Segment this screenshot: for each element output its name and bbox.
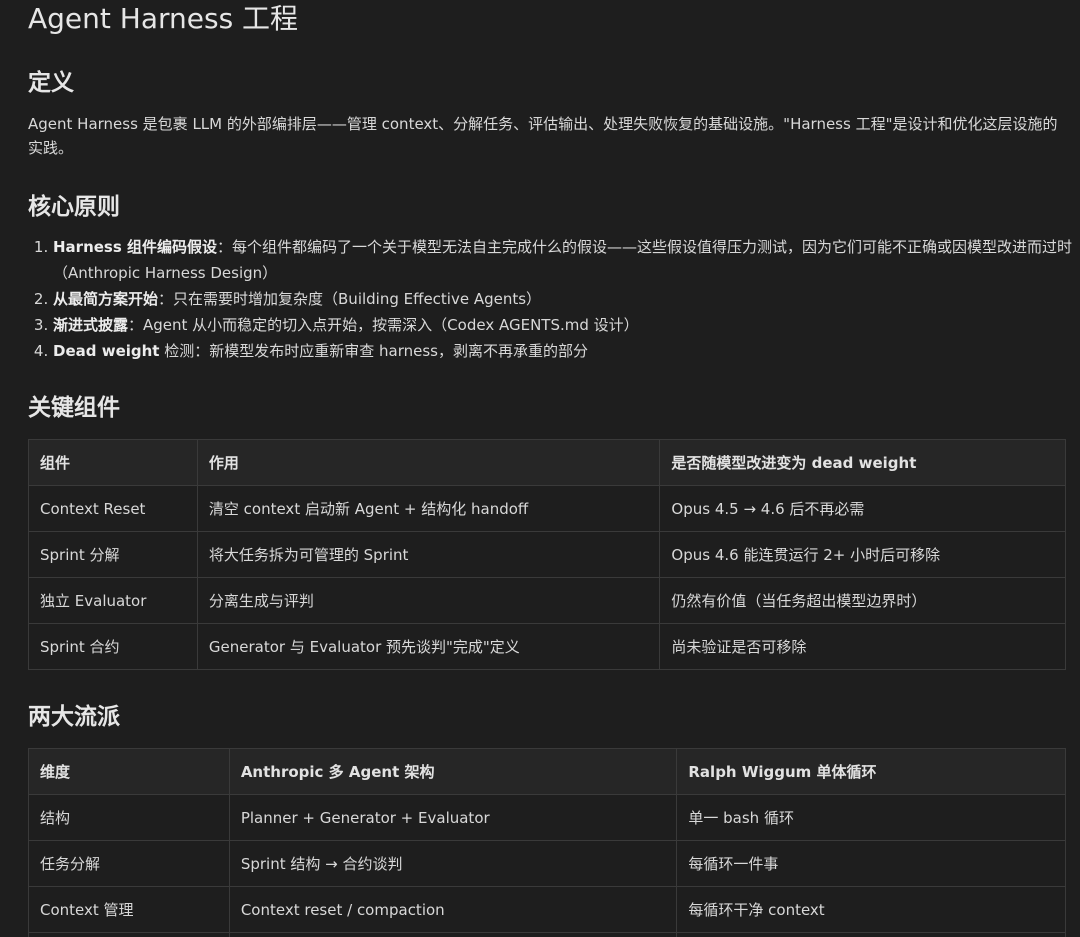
section-heading-schools: 两大流派 — [28, 704, 120, 730]
table-header-row: 维度 Anthropic 多 Agent 架构 Ralph Wiggum 单体循… — [28, 748, 1066, 795]
table-cell — [228, 932, 678, 937]
table-cell: 每循环干净 context — [676, 886, 1066, 933]
principles-list: Harness 组件编码假设：每个组件都编码了一个关于模型无法自主完成什么的假设… — [28, 234, 1080, 364]
table-cell: 每循环一件事 — [676, 840, 1066, 887]
list-item-bold: Harness 组件编码假设 — [53, 238, 218, 256]
schools-table: 维度 Anthropic 多 Agent 架构 Ralph Wiggum 单体循… — [28, 748, 1066, 937]
table-row: Context Reset 清空 context 启动新 Agent + 结构化… — [28, 485, 1066, 532]
components-table: 组件 作用 是否随模型改进变为 dead weight Context Rese… — [28, 439, 1066, 670]
table-cell: Sprint 结构 → 合约谈判 — [228, 840, 678, 887]
list-item: Harness 组件编码假设：每个组件都编码了一个关于模型无法自主完成什么的假设… — [53, 234, 1080, 286]
table-cell: 清空 context 启动新 Agent + 结构化 handoff — [196, 485, 661, 532]
table-cell: Sprint 分解 — [28, 531, 198, 578]
section-heading-components: 关键组件 — [28, 395, 120, 421]
list-item-bold: 渐进式披露 — [53, 316, 129, 334]
page-title: Agent Harness 工程 — [28, 2, 299, 35]
list-item: 从最简方案开始：只在需要时增加复杂度（Building Effective Ag… — [53, 286, 1080, 312]
table-cell: Opus 4.6 能连贯运行 2+ 小时后可移除 — [659, 531, 1066, 578]
table-cell: Opus 4.5 → 4.6 后不再必需 — [659, 485, 1066, 532]
table-cell: 仍然有价值（当任务超出模型边界时） — [659, 577, 1066, 624]
list-item: Dead weight 检测：新模型发布时应重新审查 harness，剥离不再承… — [53, 338, 1080, 364]
table-cell: Context reset / compaction — [228, 886, 678, 933]
table-cell: 单一 bash 循环 — [676, 794, 1066, 841]
table-header-row: 组件 作用 是否随模型改进变为 dead weight — [28, 439, 1066, 486]
list-item-bold: Dead weight — [53, 342, 160, 360]
table-cell: 分离生成与评判 — [196, 577, 661, 624]
table-cell: Generator 与 Evaluator 预先谈判"完成"定义 — [196, 623, 661, 670]
list-item-text: ：Agent 从小而稳定的切入点开始，按需深入（Codex AGENTS.md … — [128, 316, 639, 334]
table-header-cell: Anthropic 多 Agent 架构 — [228, 748, 678, 795]
list-item-bold: 从最简方案开始 — [53, 290, 159, 308]
table-row: Sprint 分解 将大任务拆为可管理的 Sprint Opus 4.6 能连贯… — [28, 531, 1066, 578]
table-row — [28, 932, 1066, 937]
table-cell: 尚未验证是否可移除 — [659, 623, 1066, 670]
table-header-cell: 组件 — [28, 439, 198, 486]
list-item-text: ：只在需要时增加复杂度（Building Effective Agents） — [158, 290, 542, 308]
definition-paragraph: Agent Harness 是包裹 LLM 的外部编排层——管理 context… — [28, 115, 1058, 157]
list-item: 渐进式披露：Agent 从小而稳定的切入点开始，按需深入（Codex AGENT… — [53, 312, 1080, 338]
table-cell: Context Reset — [28, 485, 198, 532]
table-cell: Context 管理 — [28, 886, 230, 933]
list-item-text: 检测：新模型发布时应重新审查 harness，剥离不再承重的部分 — [159, 342, 588, 360]
table-row: 结构 Planner + Generator + Evaluator 单一 ba… — [28, 794, 1066, 841]
document-page: Agent Harness 工程 定义 Agent Harness 是包裹 LL… — [0, 0, 1080, 937]
table-cell — [28, 932, 230, 937]
table-row: Sprint 合约 Generator 与 Evaluator 预先谈判"完成"… — [28, 623, 1066, 670]
table-header-cell: 维度 — [28, 748, 230, 795]
table-cell: 将大任务拆为可管理的 Sprint — [196, 531, 661, 578]
table-header-cell: 作用 — [196, 439, 661, 486]
table-cell: Sprint 合约 — [28, 623, 198, 670]
table-cell — [676, 932, 1066, 937]
table-cell: 独立 Evaluator — [28, 577, 198, 624]
table-cell: 任务分解 — [28, 840, 230, 887]
table-header-cell: 是否随模型改进变为 dead weight — [659, 439, 1066, 486]
table-cell: Planner + Generator + Evaluator — [228, 794, 678, 841]
table-header-cell: Ralph Wiggum 单体循环 — [676, 748, 1066, 795]
section-heading-definition: 定义 — [28, 70, 74, 96]
table-cell: 结构 — [28, 794, 230, 841]
section-heading-principles: 核心原则 — [28, 194, 120, 220]
table-row: 任务分解 Sprint 结构 → 合约谈判 每循环一件事 — [28, 840, 1066, 887]
table-row: Context 管理 Context reset / compaction 每循… — [28, 886, 1066, 933]
table-row: 独立 Evaluator 分离生成与评判 仍然有价值（当任务超出模型边界时） — [28, 577, 1066, 624]
